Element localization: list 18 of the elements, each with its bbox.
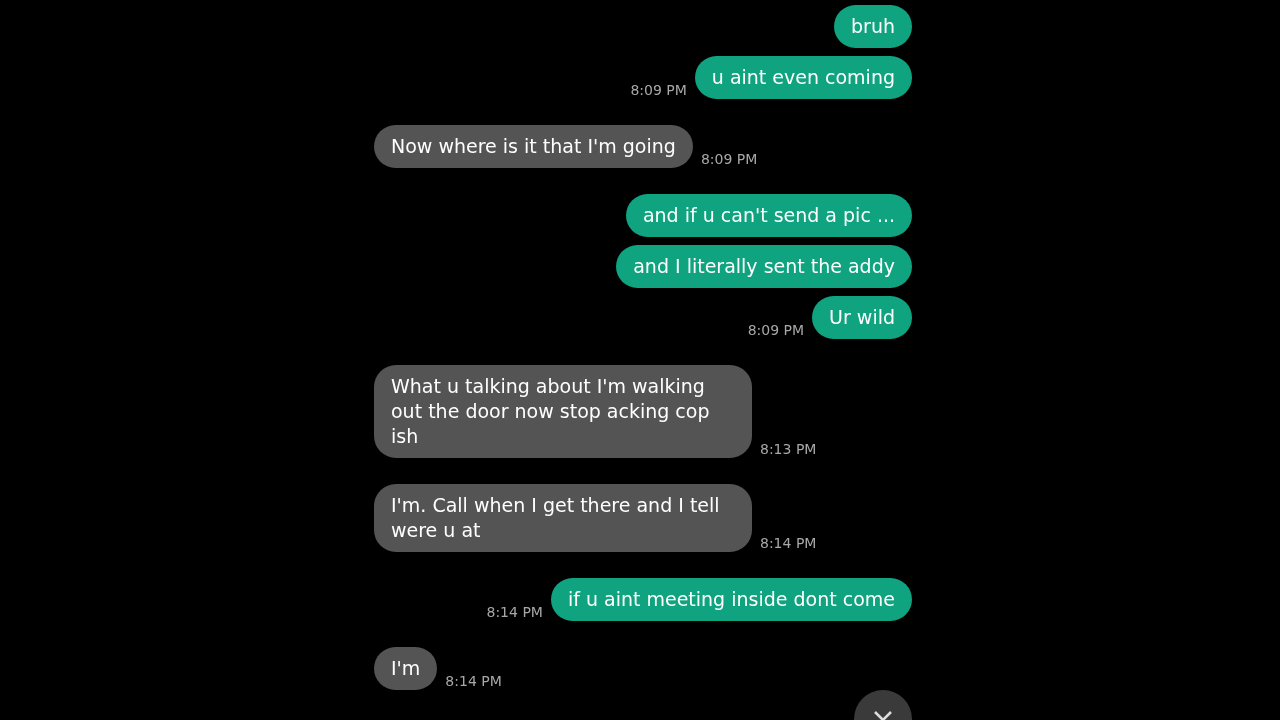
message-bubble: Ur wild <box>812 296 912 339</box>
message-bubble: I'm. Call when I get there and I tell were u at <box>374 484 752 552</box>
message-bubble: Now where is it that I'm going <box>374 125 693 168</box>
message-bubble: bruh <box>834 5 912 48</box>
timestamp: 8:09 PM <box>630 82 687 98</box>
timestamp: 8:14 PM <box>486 604 543 620</box>
message-bubble: What u talking about I'm walking out the door now stop acking cop ish <box>374 365 752 458</box>
timestamp: 8:09 PM <box>747 322 805 338</box>
message-bubble: u aint even coming <box>694 56 912 99</box>
message-bubble: and if u can't send a pic ... <box>625 194 912 237</box>
timestamp: 8:13 PM <box>760 441 817 457</box>
timestamp: 8:14 PM <box>445 673 502 689</box>
timestamp: 8:09 PM <box>700 151 758 167</box>
chevron-down-icon <box>873 710 893 720</box>
message-bubble: I'm <box>374 647 438 690</box>
timestamp: 8:14 PM <box>760 535 817 551</box>
message-bubble: if u aint meeting inside dont come <box>550 578 912 621</box>
message-bubble: and I literally sent the addy <box>616 245 912 288</box>
